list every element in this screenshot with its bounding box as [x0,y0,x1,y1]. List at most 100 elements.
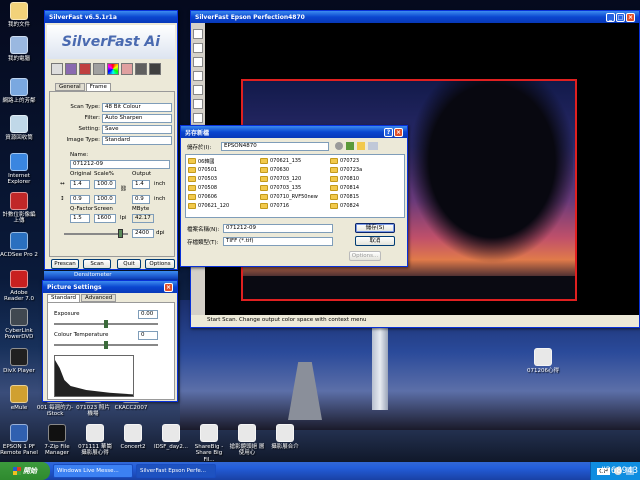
tool-zoom-icon[interactable] [193,71,203,81]
densitometer-titlebar[interactable]: Densitometer [44,271,178,280]
selective-color-icon[interactable] [121,63,133,75]
height-output-input[interactable]: 0.9 [132,195,150,204]
exposure-input[interactable]: 0.00 [138,310,158,319]
tool-l-icon[interactable] [193,29,203,39]
folder-item[interactable]: 070703_135 [260,184,330,192]
scan-button[interactable]: Scan [83,259,111,269]
options-button[interactable]: Options [145,259,175,269]
folder-item[interactable]: 06韓國 [188,157,260,165]
curve-tool-icon[interactable] [93,63,105,75]
tool-grid-icon[interactable] [193,99,203,109]
back-icon[interactable] [335,142,343,150]
tab-standard[interactable]: Standard [47,294,81,302]
quit-button[interactable]: Quit [117,259,141,269]
width-scale-input[interactable]: 100.0 [94,180,116,189]
resolution-slider-thumb[interactable] [118,229,123,238]
dpi-input[interactable]: 2400 [132,229,154,238]
folder-item[interactable]: 070621_120 [188,202,260,210]
screen-input[interactable]: 1600 [94,214,116,223]
tab-advanced[interactable]: Advanced [81,294,117,302]
color-wheel-icon[interactable] [107,63,119,75]
tool-density-icon[interactable] [193,113,203,123]
minimize-icon[interactable]: _ [606,12,615,22]
desktop-icon-exhibition[interactable]: 攝影展合介 [266,424,304,450]
folder-item[interactable]: 070501 [188,166,260,174]
folder-item[interactable]: 070606 [188,193,260,201]
close-icon[interactable]: × [394,127,403,137]
exposure-slider-thumb[interactable] [104,320,108,328]
negafix-icon[interactable] [149,63,161,75]
folder-item[interactable]: 070814 [330,184,400,192]
task-silverfast[interactable]: SilverFast Epson Perfe... [136,464,216,478]
picture-settings-titlebar[interactable]: Picture Settings × [43,281,177,293]
silverfast-titlebar[interactable]: SilverFast v6.5.1r1a [45,11,177,23]
folder-item[interactable]: 070824 [330,202,400,210]
folder-item[interactable]: 070716 [260,202,330,210]
zoom-tool-icon[interactable] [51,63,63,75]
cancel-button[interactable]: 取消 [355,236,395,246]
filename-input[interactable]: 071212-09 [223,224,333,233]
desktop-icon-7zip[interactable]: 7-Zip File Manager [38,424,76,457]
folder-item[interactable]: 070630 [260,166,330,174]
name-input[interactable]: 071212-09 [70,160,170,169]
folder-item[interactable]: 070703_120 [260,175,330,183]
chain-link-icon[interactable]: ⛓ [120,186,127,192]
qfactor-input[interactable]: 1.5 [70,214,90,223]
folder-item[interactable]: 070621_135 [260,157,330,165]
height-original-input[interactable]: 0.9 [70,195,90,204]
start-button[interactable]: 開始 [0,462,50,480]
folder-item[interactable]: 070508 [188,184,260,192]
desktop-icon-divx[interactable]: DivX Player [0,348,38,374]
view-menu-icon[interactable] [368,142,378,150]
help-icon[interactable]: ? [384,127,393,137]
dust-tool-icon[interactable] [135,63,147,75]
tab-general[interactable]: General [55,83,85,91]
image-type-select[interactable]: Standard [102,136,172,145]
desktop-icon-network[interactable]: 網路上的芳鄰 [0,78,38,104]
task-windows-live-messenger[interactable]: Windows Live Messe... [53,464,133,478]
desktop-icon-powerdvd[interactable]: CyberLink PowerDVD [0,308,38,341]
desktop-icon-epson-remote[interactable]: EPSON 1 PF Remote Panel [0,424,38,457]
folder-item[interactable]: 070723a [330,166,400,174]
desktop-icon-recycle-bin[interactable]: 資源回收筒 [0,115,38,141]
options-button[interactable]: Options... [349,251,381,261]
desktop-icon-emule[interactable]: eMule [0,385,38,411]
folder-item[interactable]: 070503 [188,175,260,183]
save-in-select[interactable]: EPSON4870 [221,142,329,151]
desktop-icon-sharebig[interactable]: ShareBig - Share Big Fil... [190,424,228,463]
histogram-tool-icon[interactable] [65,63,77,75]
folder-item[interactable]: 070710_RVF50new [260,193,330,201]
desktop-icon-my-documents[interactable]: 我的文件 [0,2,38,28]
tool-rotate-icon[interactable] [193,43,203,53]
prescan-button[interactable]: Prescan [51,259,79,269]
setting-select[interactable]: Save [102,125,172,134]
tool-crosshair-icon[interactable] [193,85,203,95]
scan-preview-titlebar[interactable]: SilverFast Epson Perfection4870 _ □ × [191,11,639,23]
close-icon[interactable]: × [626,12,635,22]
folder-item[interactable]: 070810 [330,175,400,183]
gradation-tool-icon[interactable] [79,63,91,75]
maximize-icon[interactable]: □ [616,12,625,22]
desktop-icon-idsf[interactable]: IDSF_day2... [152,424,190,450]
desktop-icon-ie[interactable]: Internet Explorer [0,153,38,186]
close-icon[interactable]: × [164,282,173,292]
desktop-icon-adobe-reader[interactable]: Adobe Reader 7.0 [0,270,38,303]
filetype-select[interactable]: TIFF (*.tif) [223,237,333,246]
desktop-icon-071111[interactable]: 071111 華崗 攝影展心得 [76,424,114,457]
width-output-input[interactable]: 1.4 [132,180,150,189]
colortemp-slider-thumb[interactable] [104,341,108,349]
up-folder-icon[interactable] [346,142,354,150]
desktop-icon-my-computer[interactable]: 我的電腦 [0,36,38,62]
scan-type-select[interactable]: 48 Bit Colour [102,103,172,112]
height-scale-input[interactable]: 100.0 [94,195,116,204]
desktop-icon-lens[interactable]: 搶影鏡頭絕 層使用心 [228,424,266,457]
width-original-input[interactable]: 1.4 [70,180,90,189]
save-button[interactable]: 儲存(S) [355,223,395,233]
new-folder-icon[interactable] [357,142,365,150]
save-as-titlebar[interactable]: 另存新檔 ? × [181,126,407,138]
desktop-icon-concert2[interactable]: Concert2 [114,424,152,450]
tool-flip-icon[interactable] [193,57,203,67]
desktop-icon-acdsee[interactable]: ACDSee Pro 2 [0,232,38,258]
tab-frame[interactable]: Frame [85,83,111,91]
desktop-icon-upload[interactable]: 計數位影像編上傳 [0,192,38,225]
